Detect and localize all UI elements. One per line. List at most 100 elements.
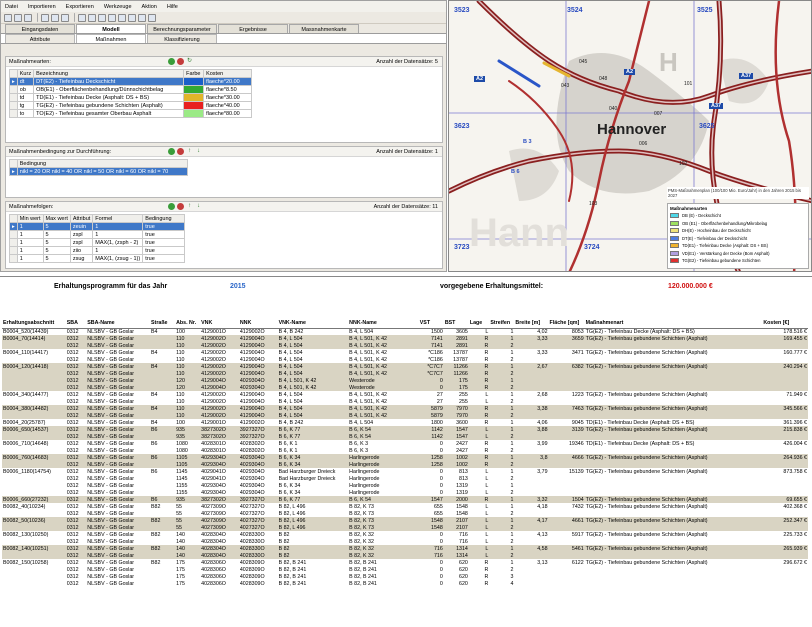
table-cell[interactable]: to	[16, 109, 35, 118]
menu-item[interactable]: Hilfe	[167, 4, 178, 10]
color-swatch[interactable]	[183, 101, 205, 110]
table-cell[interactable]: true	[142, 230, 186, 239]
table-cell[interactable]: TD(E1) - Tiefeinbau Decke (Asphalt: DS +…	[33, 93, 185, 102]
table-cell[interactable]: dt	[16, 77, 35, 86]
import-icon[interactable]	[41, 13, 49, 22]
table-row[interactable]: ▸ nikl = 20 OR nikl = 40 OR nikl = 50 OR …	[9, 167, 188, 176]
table-cell[interactable]: flaeche*8.50	[203, 85, 253, 94]
table-cell[interactable]: MAX(1, (zsug - 1))	[92, 254, 144, 263]
export-icon[interactable]	[51, 13, 59, 22]
table-row[interactable]: ob OB(E1) - Oberflächenbehandlung/Dünnsch…	[9, 85, 253, 94]
folder-icon[interactable]	[148, 13, 156, 22]
new-icon[interactable]	[4, 13, 12, 22]
table-row[interactable]: tg TG(E2) - Tiefeinbau gebundene Schichte…	[9, 101, 253, 110]
subtab[interactable]: Attribute	[5, 34, 75, 43]
table-cell[interactable]: 1	[92, 222, 144, 231]
color-swatch[interactable]	[183, 77, 205, 86]
table-cell[interactable]: zspl	[69, 230, 94, 239]
window-icon[interactable]	[138, 13, 146, 22]
table-cell[interactable]: 5	[42, 230, 71, 239]
arrow-down-icon[interactable]: ↓	[195, 203, 202, 210]
table-cell[interactable]: zsug	[69, 254, 94, 263]
menu-item[interactable]: Aktion	[142, 4, 157, 10]
table-row[interactable]: td TD(E1) - Tiefeinbau Decke (Asphalt: DS…	[9, 93, 253, 102]
table-cell[interactable]: 1	[16, 222, 44, 231]
table-cell[interactable]: flaeche*30.00	[203, 93, 253, 102]
table-cell[interactable]: flaeche*20.00	[203, 77, 253, 86]
table-cell[interactable]: flaeche*40.00	[203, 101, 253, 110]
table-cell[interactable]: nikl = 20 OR nikl = 40 OR nikl = 50 OR n…	[16, 167, 188, 176]
open-icon[interactable]	[14, 13, 22, 22]
table-cell[interactable]: 5	[42, 246, 71, 255]
delete-icon[interactable]	[177, 203, 184, 210]
table-cell[interactable]: true	[142, 254, 186, 263]
add-icon[interactable]	[168, 203, 175, 210]
check-icon[interactable]	[78, 13, 86, 22]
table-cell[interactable]: tg	[16, 101, 35, 110]
table-row[interactable]: 1 5 zsug MAX(1, (zsug - 1)) true	[9, 254, 186, 263]
table-cell[interactable]: 1	[16, 254, 44, 263]
pencil-icon[interactable]	[88, 13, 96, 22]
tab[interactable]: Modell	[76, 24, 146, 33]
menu-item[interactable]: Importieren	[28, 4, 56, 10]
table-cell[interactable]: 5	[42, 238, 71, 247]
color-swatch[interactable]	[183, 93, 205, 102]
menu-item[interactable]: Exportieren	[66, 4, 94, 10]
print-icon[interactable]	[98, 13, 106, 22]
arrow-down-icon[interactable]: ↓	[195, 148, 202, 155]
table-cell: B 4, L 501, K 42	[348, 342, 419, 349]
table-cell[interactable]: 1	[16, 238, 44, 247]
table-cell[interactable]: td	[16, 93, 35, 102]
table-cell[interactable]: zspl	[69, 238, 94, 247]
table-cell[interactable]: 1	[92, 230, 144, 239]
table-cell[interactable]: true	[142, 222, 186, 231]
table-cell[interactable]: true	[142, 246, 186, 255]
table-cell[interactable]: 5	[42, 254, 71, 263]
table-cell[interactable]: flaeche*80.00	[203, 109, 253, 118]
tab[interactable]: Massnahmenkarte	[289, 24, 359, 33]
table-cell[interactable]: TG(E2) - Tiefeinbau gebundene Schichten …	[33, 101, 185, 110]
table-row[interactable]: to TO(E2) - Tiefeinbau gesamter Oberbau A…	[9, 109, 253, 118]
table-cell: 110	[176, 391, 185, 398]
add-icon[interactable]	[168, 148, 175, 155]
arrow-up-icon[interactable]: ↑	[186, 203, 193, 210]
table-row[interactable]: ▸ dt DT(E2) - Tiefeinbau Deckschicht flaech…	[9, 77, 253, 86]
map-view[interactable]: H Hann Hannover 3523 3524 3525 3623 3625 3723…	[448, 0, 812, 272]
menu-item[interactable]: Werkzeuge	[104, 4, 132, 10]
subtab[interactable]: Klassifizierung	[147, 34, 217, 43]
table-row[interactable]: 1 5 zspl 1 true	[9, 230, 186, 239]
color-swatch[interactable]	[183, 109, 205, 118]
table-cell[interactable]: TO(E2) - Tiefeinbau gesamter Oberbau Asp…	[33, 109, 185, 118]
table-cell[interactable]: DT(E2) - Tiefeinbau Deckschicht	[33, 77, 185, 86]
grid-icon[interactable]	[128, 13, 136, 22]
table-row[interactable]: 1 5 ziio 1 true	[9, 246, 186, 255]
arrow-up-icon[interactable]: ↑	[186, 148, 193, 155]
calendar-icon[interactable]	[118, 13, 126, 22]
chart-icon[interactable]	[61, 13, 69, 22]
delete-icon[interactable]	[177, 58, 184, 65]
color-swatch[interactable]	[183, 85, 205, 94]
menu-item[interactable]: Datei	[5, 4, 18, 10]
table-cell[interactable]: 5	[42, 222, 71, 231]
table-cell[interactable]: OB(E1) - Oberflächenbehandlung/Dünnschic…	[33, 85, 185, 94]
table-cell: TG(E2) - Tiefeinbau gebundene Schichten …	[585, 503, 708, 510]
refresh-icon[interactable]: ↻	[186, 58, 193, 65]
table-cell[interactable]: 1	[16, 246, 44, 255]
tab[interactable]: Berechnungsparameter	[147, 24, 217, 33]
delete-icon[interactable]	[177, 148, 184, 155]
table-cell[interactable]: 1	[16, 230, 44, 239]
table-cell[interactable]: ziio	[69, 246, 94, 255]
table-cell[interactable]: 1	[92, 246, 144, 255]
table-icon[interactable]	[108, 13, 116, 22]
tab[interactable]: Ergebnisse	[218, 24, 288, 33]
table-cell[interactable]: true	[142, 238, 186, 247]
save-icon[interactable]	[24, 13, 32, 22]
table-cell[interactable]: zeuin	[69, 222, 94, 231]
tab[interactable]: Eingangsdaten	[5, 24, 75, 33]
table-cell[interactable]: ob	[16, 85, 35, 94]
table-cell[interactable]: MAX(1, (zsph - 2)	[92, 238, 144, 247]
table-row[interactable]: ▸ 1 5 zeuin 1 true	[9, 222, 186, 231]
add-icon[interactable]	[168, 58, 175, 65]
table-row[interactable]: 1 5 zspl MAX(1, (zsph - 2) true	[9, 238, 186, 247]
subtab[interactable]: Maßnahmen	[76, 34, 146, 43]
